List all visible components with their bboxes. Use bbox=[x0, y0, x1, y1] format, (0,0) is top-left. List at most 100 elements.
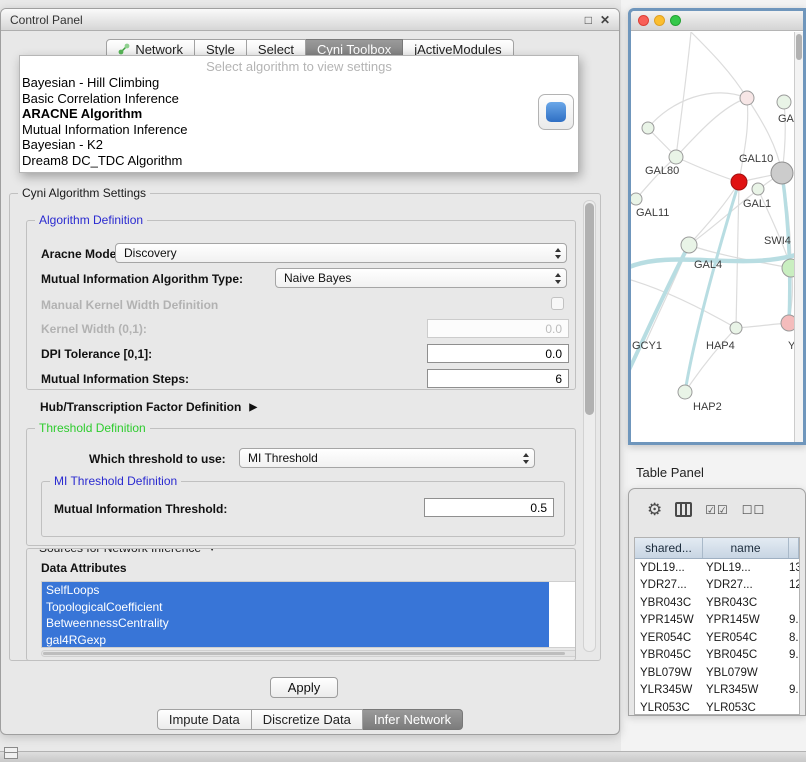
close-icon[interactable]: ✕ bbox=[600, 14, 610, 26]
node-label: GAL4 bbox=[694, 259, 722, 271]
node-label: GAL10 bbox=[739, 153, 773, 165]
network-icon bbox=[118, 43, 130, 55]
control-panel-titlebar[interactable]: Control Panel □ ✕ bbox=[1, 9, 619, 31]
bottom-status-strip bbox=[0, 751, 806, 762]
table-row[interactable]: YER054C YER054C 8. bbox=[635, 629, 799, 647]
cell: YDL19... bbox=[635, 562, 703, 574]
aracne-mode-combo[interactable]: Discovery bbox=[115, 243, 567, 263]
attribute-list-hscrollbar[interactable] bbox=[41, 650, 576, 657]
table-row[interactable]: YBL079W YBL079W bbox=[635, 664, 799, 682]
mi-type-combo[interactable]: Naive Bayes bbox=[275, 268, 567, 288]
network-node[interactable] bbox=[669, 150, 683, 164]
hub-section-toggle[interactable]: Hub/Transcription Factor Definition ▶ bbox=[40, 400, 257, 414]
node-label: GAL11 bbox=[636, 207, 669, 219]
network-node[interactable] bbox=[730, 322, 742, 334]
kernel-width-field[interactable]: 0.0 bbox=[427, 319, 569, 338]
tab-impute-data[interactable]: Impute Data bbox=[157, 709, 252, 730]
cell: YPR145W bbox=[703, 614, 789, 626]
network-node[interactable] bbox=[781, 315, 794, 331]
network-node[interactable] bbox=[681, 237, 697, 253]
network-node[interactable] bbox=[678, 385, 692, 399]
table-toolbar: ⚙ ☑☑ ☐☐ bbox=[647, 501, 765, 518]
table-header-row: shared... name bbox=[635, 538, 799, 559]
cell: YLR345W bbox=[635, 684, 703, 696]
columns-icon[interactable] bbox=[675, 502, 692, 517]
zoom-traffic-light[interactable] bbox=[670, 15, 681, 26]
network-node[interactable] bbox=[642, 122, 654, 134]
column-header[interactable]: name bbox=[703, 538, 789, 558]
table-row[interactable]: YDL19... YDL19... 13 bbox=[635, 559, 799, 577]
network-node-selected[interactable] bbox=[731, 174, 747, 190]
combo-value: Discovery bbox=[124, 246, 177, 260]
collapsed-arrow-icon[interactable]: ▶ bbox=[249, 402, 257, 413]
settings-scrollbar[interactable] bbox=[583, 200, 596, 652]
attribute-item-selected[interactable]: BetweennessCentrality bbox=[42, 615, 549, 632]
dropdown-item[interactable]: Basic Correlation Inference bbox=[20, 91, 578, 107]
dropdown-item[interactable]: Mutual Information Inference bbox=[20, 122, 578, 138]
table-row[interactable]: YLR345W YLR345W 9. bbox=[635, 682, 799, 700]
network-node[interactable] bbox=[752, 183, 764, 195]
dropdown-item[interactable]: Bayesian - Hill Climbing bbox=[20, 75, 578, 91]
network-node[interactable] bbox=[777, 95, 791, 109]
sources-group-toggle[interactable]: Sources for Network Inference ▼ bbox=[35, 548, 221, 555]
mi-threshold-field[interactable]: 0.5 bbox=[424, 498, 554, 517]
cell: YER054C bbox=[635, 632, 703, 644]
dropdown-item[interactable]: Bayesian - K2 bbox=[20, 137, 578, 153]
cell: YDL19... bbox=[703, 562, 789, 574]
algorithm-help-button[interactable] bbox=[538, 94, 574, 130]
close-traffic-light[interactable] bbox=[638, 15, 649, 26]
select-all-columns-icon[interactable]: ☑☑ bbox=[705, 503, 729, 517]
panel-corner-icon[interactable] bbox=[4, 747, 18, 759]
manual-kernel-checkbox[interactable] bbox=[551, 297, 564, 310]
node-label: HAP4 bbox=[706, 340, 735, 352]
node-table: shared... name YDL19... YDL19... 13 YDR2… bbox=[634, 537, 800, 715]
network-window-titlebar[interactable] bbox=[631, 11, 803, 31]
table-row[interactable]: YBR043C YBR043C bbox=[635, 594, 799, 612]
table-row[interactable]: YPR145W YPR145W 9. bbox=[635, 612, 799, 630]
manual-kernel-label: Manual Kernel Width Definition bbox=[41, 298, 218, 312]
deselect-all-columns-icon[interactable]: ☐☐ bbox=[742, 503, 766, 517]
cell: YBR045C bbox=[703, 649, 789, 661]
network-node[interactable] bbox=[740, 91, 754, 105]
tab-infer-network[interactable]: Infer Network bbox=[363, 709, 463, 730]
minimize-traffic-light[interactable] bbox=[654, 15, 665, 26]
network-canvas[interactable]: GAL80 GAL10 GAL11 GAL1 SWI4 GAL4 GCY1 HA… bbox=[631, 32, 794, 442]
which-threshold-combo[interactable]: MI Threshold bbox=[239, 448, 535, 468]
cyni-settings-group: Cyni Algorithm Settings Algorithm Defini… bbox=[9, 193, 601, 661]
network-node[interactable] bbox=[771, 162, 793, 184]
bottom-tab-bar: Impute Data Discretize Data Infer Networ… bbox=[1, 709, 619, 730]
dropdown-item[interactable]: Dream8 DC_TDC Algorithm bbox=[20, 153, 578, 169]
attribute-item-selected[interactable]: TopologicalCoefficient bbox=[42, 599, 549, 616]
mi-type-label: Mutual Information Algorithm Type: bbox=[41, 272, 243, 286]
column-header[interactable]: shared... bbox=[635, 538, 703, 558]
threshold-definition-group: Threshold Definition Which threshold to … bbox=[26, 428, 576, 546]
network-node[interactable] bbox=[782, 259, 794, 277]
dropdown-item-selected[interactable]: ARACNE Algorithm bbox=[20, 106, 578, 122]
mi-steps-field[interactable]: 6 bbox=[427, 369, 569, 388]
algorithm-dropdown-popup: Select algorithm to view settings Bayesi… bbox=[19, 55, 579, 173]
float-icon[interactable]: □ bbox=[585, 14, 592, 26]
attribute-item-selected[interactable]: gal4RGexp bbox=[42, 632, 549, 649]
tab-discretize-data[interactable]: Discretize Data bbox=[252, 709, 363, 730]
kernel-width-label: Kernel Width (0,1): bbox=[41, 322, 147, 336]
hscrollbar-thumb[interactable] bbox=[43, 652, 565, 655]
table-row[interactable]: YLR053C YLR053C bbox=[635, 699, 799, 715]
blue-app-icon bbox=[546, 102, 566, 122]
cell: YBR043C bbox=[635, 597, 703, 609]
dpi-tolerance-field[interactable]: 0.0 bbox=[427, 344, 569, 363]
table-panel-window: ⚙ ☑☑ ☐☐ shared... name YDL19... YDL19...… bbox=[628, 488, 806, 716]
network-node[interactable] bbox=[631, 193, 642, 205]
table-row[interactable]: YBR045C YBR045C 9. bbox=[635, 647, 799, 665]
attribute-item-selected[interactable]: SelfLoops bbox=[42, 582, 549, 599]
network-vscrollbar[interactable] bbox=[794, 32, 803, 442]
cell: 12 bbox=[789, 579, 799, 591]
table-row[interactable]: YDR27... YDR27... 12 bbox=[635, 577, 799, 595]
group-title: Cyni Algorithm Settings bbox=[18, 186, 150, 200]
expanded-arrow-icon[interactable]: ▼ bbox=[207, 548, 217, 554]
apply-button[interactable]: Apply bbox=[270, 677, 338, 698]
gear-icon[interactable]: ⚙ bbox=[647, 501, 662, 518]
column-header[interactable] bbox=[789, 538, 799, 558]
settings-scrollbar-thumb[interactable] bbox=[585, 203, 594, 415]
network-vscrollbar-thumb[interactable] bbox=[796, 34, 802, 60]
sources-group: Sources for Network Inference ▼ Data Att… bbox=[26, 548, 576, 661]
